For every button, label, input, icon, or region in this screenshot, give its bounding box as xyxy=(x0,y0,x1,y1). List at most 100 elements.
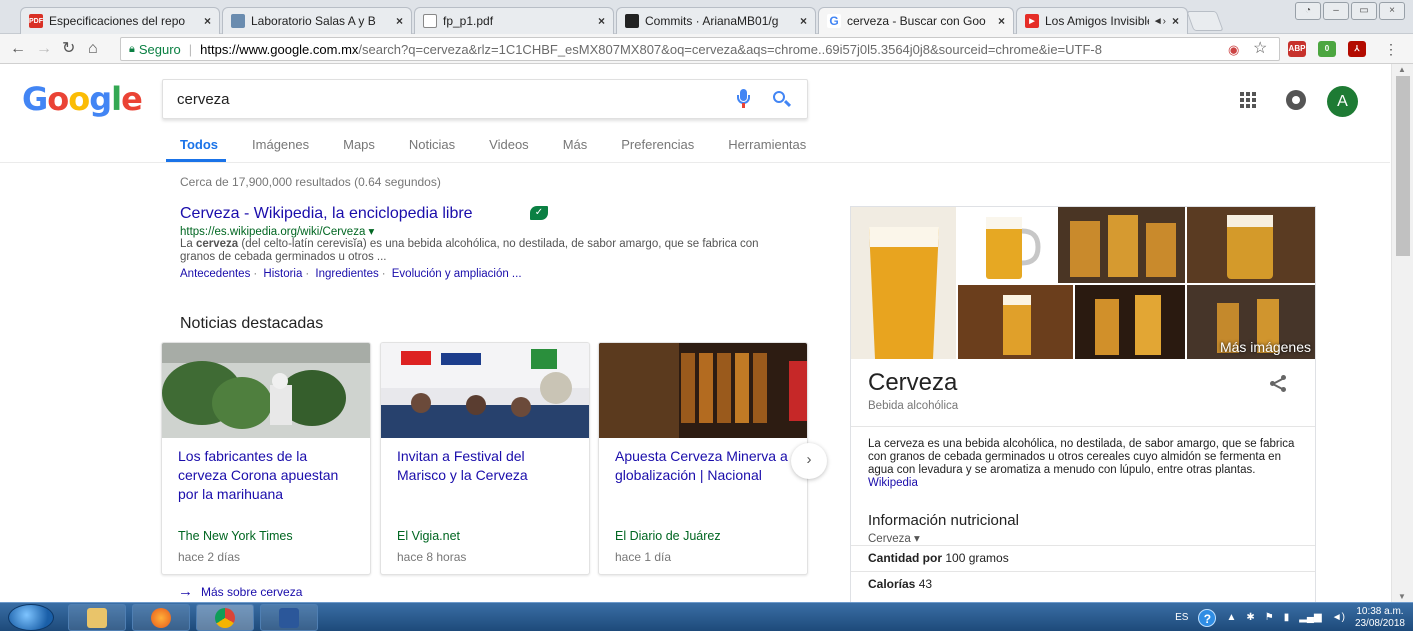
tab-preferencias[interactable]: Preferencias xyxy=(621,137,694,152)
browser-tab-5-active[interactable]: G cerveza - Buscar con Goo × xyxy=(818,7,1014,34)
browser-tab-1[interactable]: PDF Especificaciones del repo × xyxy=(20,7,220,34)
nutrition-food-select[interactable]: Cerveza ▾ xyxy=(868,531,920,545)
reload-icon[interactable]: ↻ xyxy=(62,40,75,58)
notifications-icon[interactable] xyxy=(1286,90,1306,110)
wikipedia-link[interactable]: Wikipedia xyxy=(868,477,918,489)
microphone-icon[interactable] xyxy=(737,89,750,109)
more-images-link[interactable]: Más imágenes xyxy=(1220,339,1311,355)
battery-icon[interactable]: ▮ xyxy=(1284,612,1290,623)
volume-icon[interactable]: ◄) xyxy=(1332,612,1345,623)
kp-image-4[interactable] xyxy=(1187,207,1316,283)
folder-icon xyxy=(87,607,107,628)
user-profile-icon[interactable]: ◔ xyxy=(1295,2,1321,20)
kp-image-3[interactable] xyxy=(1058,207,1185,283)
help-icon[interactable]: ? xyxy=(1198,608,1217,627)
tab-maps[interactable]: Maps xyxy=(343,137,375,152)
google-logo[interactable]: Google xyxy=(22,80,143,118)
taskbar: ES ? ▲ ✱ ⚑ ▮ ▂▄▆ ◄) 10:38 a.m. 23/08/201… xyxy=(0,602,1413,631)
lock-icon: 🔒︎ xyxy=(129,42,135,55)
screen: PDF Especificaciones del repo × Laborato… xyxy=(0,0,1413,631)
menu-dots-icon[interactable]: ⋮ xyxy=(1384,40,1398,58)
evernote-icon[interactable]: 0 xyxy=(1318,41,1336,57)
news-title-link[interactable]: Los fabricantes de la cerveza Corona apu… xyxy=(178,447,358,504)
news-card[interactable]: Apuesta Cerveza Minerva a globalización … xyxy=(598,342,808,575)
close-icon[interactable]: × xyxy=(204,14,211,28)
browser-tab-6[interactable]: ▶ Los Amigos Invisibles ◄› × xyxy=(1016,7,1188,34)
kp-image-5[interactable] xyxy=(958,285,1073,359)
tab-noticias[interactable]: Noticias xyxy=(409,137,455,152)
audio-icon[interactable]: ◄› xyxy=(1153,16,1166,27)
file-explorer-button[interactable] xyxy=(68,604,126,631)
network-icon[interactable]: ▂▄▆ xyxy=(1299,612,1321,623)
maximize-icon[interactable]: ▭ xyxy=(1351,2,1377,20)
chrome-button[interactable] xyxy=(196,604,254,631)
result-title-link[interactable]: Cerveza - Wikipedia, la enciclopedia lib… xyxy=(180,205,473,223)
window-controls: ◔ – ▭ × xyxy=(1295,2,1405,20)
word-button[interactable] xyxy=(260,604,318,631)
bookmark-star-icon[interactable]: ☆ xyxy=(1253,40,1267,58)
tab-herramientas[interactable]: Herramientas xyxy=(728,137,806,152)
news-image-beer-bottles xyxy=(599,343,807,438)
sitelink-evolucion[interactable]: Evolución y ampliación ... xyxy=(392,268,522,280)
home-icon[interactable]: ⌂ xyxy=(88,40,98,58)
acrobat-icon[interactable]: ⅄ xyxy=(1348,41,1366,57)
pdf-icon: PDF xyxy=(29,14,43,28)
news-title-link[interactable]: Invitan a Festival del Marisco y la Cerv… xyxy=(397,447,577,485)
news-card[interactable]: Los fabricantes de la cerveza Corona apu… xyxy=(161,342,371,575)
start-button[interactable] xyxy=(8,604,54,631)
close-icon[interactable]: × xyxy=(598,14,605,28)
close-icon[interactable]: × xyxy=(396,14,403,28)
forward-icon[interactable]: → xyxy=(36,40,52,58)
sitelink-antecedentes[interactable]: Antecedentes xyxy=(180,268,250,280)
abp-icon[interactable]: ABP xyxy=(1288,41,1306,57)
tab-imagenes[interactable]: Imágenes xyxy=(252,137,309,152)
tab-mas[interactable]: Más xyxy=(563,137,588,152)
close-window-icon[interactable]: × xyxy=(1379,2,1405,20)
url-host: https://www.google.com.mx xyxy=(200,41,359,57)
apps-grid-icon[interactable] xyxy=(1240,92,1256,108)
search-input[interactable]: cerveza xyxy=(162,79,808,119)
browser-tab-3[interactable]: fp_p1.pdf × xyxy=(414,7,614,34)
chevron-right-icon[interactable]: › xyxy=(791,443,827,479)
back-icon[interactable]: ← xyxy=(10,40,26,58)
kp-image-1[interactable] xyxy=(851,207,956,359)
clock[interactable]: 10:38 a.m. 23/08/2018 xyxy=(1355,606,1405,630)
share-icon[interactable] xyxy=(1269,374,1287,392)
secure-label: Seguro xyxy=(138,41,181,57)
new-tab-button[interactable] xyxy=(1186,11,1224,31)
page-scrollbar[interactable]: ▲ ▼ xyxy=(1391,64,1413,602)
result-url[interactable]: https://es.wikipedia.org/wiki/Cerveza ▾ xyxy=(180,224,374,238)
tray-overflow-icon[interactable]: ▲ xyxy=(1226,612,1236,623)
firefox-button[interactable] xyxy=(132,604,190,631)
minimize-icon[interactable]: – xyxy=(1323,2,1349,20)
kp-more-images-tile[interactable]: Más imágenes xyxy=(1187,285,1315,359)
bluetooth-icon[interactable]: ✱ xyxy=(1246,612,1254,623)
sitelink-historia[interactable]: Historia xyxy=(263,268,302,280)
result-stats: Cerca de 17,900,000 resultados (0.64 seg… xyxy=(180,175,441,189)
news-card[interactable]: Invitan a Festival del Marisco y la Cerv… xyxy=(380,342,590,575)
sitelink-ingredientes[interactable]: Ingredientes xyxy=(315,268,378,280)
github-icon xyxy=(625,14,639,28)
language-indicator[interactable]: ES xyxy=(1175,612,1188,623)
chrome-icon xyxy=(215,607,235,628)
news-time: hace 2 días xyxy=(178,550,241,564)
scroll-up-icon[interactable]: ▲ xyxy=(1398,65,1406,74)
close-icon[interactable]: × xyxy=(998,14,1005,28)
address-bar[interactable]: 🔒︎ Seguro | https://www.google.com.mx/se… xyxy=(120,37,1280,61)
scrollbar-thumb[interactable] xyxy=(1396,76,1410,256)
tab-videos[interactable]: Videos xyxy=(489,137,529,152)
kp-image-2[interactable] xyxy=(958,207,1056,283)
more-about-link[interactable]: → Más sobre cerveza xyxy=(178,583,302,600)
browser-tab-4[interactable]: Commits · ArianaMB01/g × xyxy=(616,7,816,34)
avatar[interactable]: A xyxy=(1327,86,1358,117)
kp-image-6[interactable] xyxy=(1075,285,1185,359)
close-icon[interactable]: × xyxy=(800,14,807,28)
action-center-icon[interactable]: ⚑ xyxy=(1265,612,1274,623)
news-title-link[interactable]: Apuesta Cerveza Minerva a globalización … xyxy=(615,447,795,485)
scroll-down-icon[interactable]: ▼ xyxy=(1398,592,1406,601)
close-icon[interactable]: × xyxy=(1172,14,1179,28)
browser-tab-2[interactable]: Laboratorio Salas A y B × xyxy=(222,7,412,34)
translate-icon[interactable]: ◉ xyxy=(1228,41,1239,59)
tab-todos[interactable]: Todos xyxy=(180,137,218,152)
search-icon[interactable] xyxy=(771,90,792,110)
